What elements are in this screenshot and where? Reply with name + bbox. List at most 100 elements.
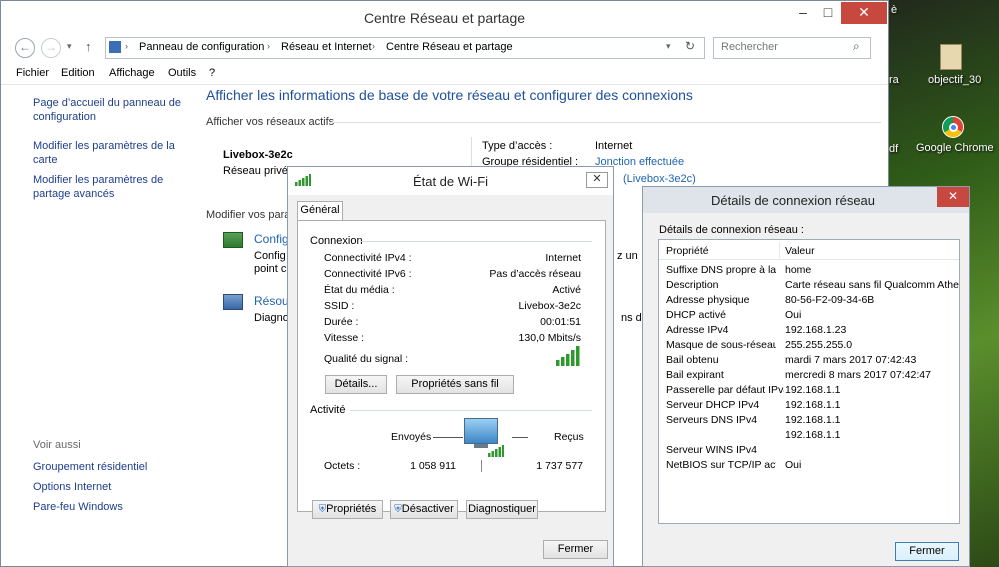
- list-item[interactable]: Serveur DHCP IPv4 192.168.1.1: [659, 399, 959, 414]
- search-icon[interactable]: ⌕: [853, 39, 860, 54]
- details-list[interactable]: Propriété Valeur Suffixe DNS propre à la…: [658, 239, 960, 524]
- list-item[interactable]: Bail expirant mercredi 8 mars 2017 07:42:…: [659, 369, 959, 384]
- list-item[interactable]: Adresse physique 80-56-F2-09-34-6B: [659, 294, 959, 309]
- breadcrumb-network-internet[interactable]: Réseau et Internet: [281, 41, 372, 53]
- connection-link-fragment[interactable]: (Livebox-3e2c): [623, 173, 696, 185]
- list-item[interactable]: Serveurs DNS IPv4 192.168.1.1: [659, 414, 959, 429]
- activity-group-label: Activité: [310, 404, 346, 416]
- received-line: [512, 437, 528, 438]
- list-item[interactable]: Passerelle par défaut IPv4 192.168.1.1: [659, 384, 959, 399]
- sidebar-link-adapter-settings[interactable]: Modifier les paramètres de la carte: [33, 139, 178, 167]
- list-item[interactable]: Suffixe DNS propre à la ... home: [659, 264, 959, 279]
- menu-fichier[interactable]: Fichier: [16, 67, 49, 79]
- sidebar-link-internet-options[interactable]: Options Internet: [33, 480, 111, 494]
- ipv6-label: Connectivité IPv6 :: [324, 268, 412, 280]
- setup-connection-fragment: z un: [617, 250, 638, 262]
- breadcrumb-control-panel[interactable]: Panneau de configuration: [139, 41, 264, 53]
- access-type-label: Type d’accès :: [482, 140, 553, 152]
- activity-signal-icon: [488, 445, 504, 460]
- bytes-label: Octets :: [324, 460, 361, 472]
- up-arrow-icon[interactable]: ↑: [85, 39, 92, 54]
- speed-value: 130,0 Mbits/s: [518, 332, 581, 344]
- connection-group-label: Connexion: [310, 235, 363, 247]
- desktop-icon-chrome[interactable]: Google Chrome: [916, 142, 994, 154]
- ipv4-value: Internet: [545, 252, 581, 264]
- list-item[interactable]: Bail obtenu mardi 7 mars 2017 07:42:43: [659, 354, 959, 369]
- maximize-button[interactable]: □: [813, 2, 843, 24]
- desktop-fragment-ra: ra: [889, 74, 899, 86]
- breadcrumb-network-center[interactable]: Centre Réseau et partage: [386, 41, 513, 53]
- column-header-value[interactable]: Valeur: [785, 245, 815, 257]
- list-item[interactable]: Adresse IPv4 192.168.1.23: [659, 324, 959, 339]
- close-button[interactable]: ✕: [841, 2, 887, 24]
- activity-group-line: [350, 410, 592, 411]
- tab-general[interactable]: Général: [297, 201, 343, 220]
- recent-pages-chevron-icon[interactable]: ▾: [67, 41, 72, 52]
- list-item[interactable]: Serveur WINS IPv4: [659, 444, 959, 459]
- search-placeholder: Rechercher: [721, 41, 778, 53]
- duration-label: Durée :: [324, 316, 359, 328]
- chrome-icon[interactable]: [942, 116, 964, 138]
- network-computer-icon: [464, 418, 498, 444]
- refresh-icon[interactable]: ↻: [685, 39, 695, 53]
- wifi-dialog-title: État de Wi-Fi: [412, 174, 489, 189]
- active-networks-label: Afficher vos réseaux actifs: [206, 116, 335, 128]
- details-dialog-close-icon[interactable]: ✕: [937, 187, 969, 207]
- wifi-status-dialog: État de Wi-Fi ✕ Général Connexion Connec…: [287, 166, 614, 567]
- address-dropdown-chevron-icon[interactable]: ▾: [666, 41, 671, 52]
- bytes-sent-value: 1 058 911: [410, 460, 456, 472]
- back-button[interactable]: ←: [15, 38, 35, 58]
- menu-divider: [1, 84, 888, 85]
- menu-edition[interactable]: Edition: [61, 67, 95, 79]
- sidebar-link-sharing-settings[interactable]: Modifier les paramètres de partage avanc…: [33, 173, 173, 201]
- sidebar-link-home[interactable]: Page d’accueil du panneau de configurati…: [33, 96, 183, 124]
- speed-label: Vitesse :: [324, 332, 365, 344]
- column-header-property[interactable]: Propriété: [666, 245, 709, 257]
- signal-quality-label: Qualité du signal :: [324, 353, 409, 365]
- list-item[interactable]: 192.168.1.1: [659, 429, 959, 444]
- ipv4-label: Connectivité IPv4 :: [324, 252, 412, 264]
- troubleshoot-link[interactable]: Résou: [254, 294, 289, 308]
- list-item[interactable]: Masque de sous-réseau ...255.255.255.0: [659, 339, 959, 354]
- setup-connection-desc1: Config: [254, 250, 286, 262]
- bytes-received-value: 1 737 577: [536, 460, 583, 472]
- menu-help[interactable]: ?: [209, 67, 215, 79]
- properties-button[interactable]: ⛨Propriétés: [312, 500, 383, 519]
- sidebar-link-firewall[interactable]: Pare-feu Windows: [33, 500, 123, 514]
- window-title: Centre Réseau et partage: [363, 10, 526, 26]
- diagnose-button[interactable]: Diagnostiquer: [466, 500, 538, 519]
- forward-button[interactable]: →: [41, 38, 61, 58]
- desktop-fragment-top: è: [891, 4, 898, 16]
- section-divider: [331, 122, 881, 123]
- troubleshoot-desc: Diagno: [254, 312, 289, 324]
- shield-icon: ⛨: [394, 504, 402, 515]
- disable-button-label: Désactiver: [401, 503, 454, 515]
- see-also-title: Voir aussi: [33, 439, 81, 451]
- troubleshoot-icon: [223, 294, 243, 310]
- desktop-icon-objectif[interactable]: objectif_30: [928, 74, 981, 86]
- setup-connection-icon: [223, 232, 243, 248]
- breadcrumb-chevron-icon: ›: [372, 41, 375, 51]
- page-heading: Afficher les informations de base de vot…: [206, 87, 693, 103]
- list-item[interactable]: Description Carte réseau sans fil Qualcom…: [659, 279, 959, 294]
- network-type: Réseau privé: [223, 165, 288, 177]
- details-button[interactable]: Détails...: [325, 375, 387, 394]
- list-item[interactable]: DHCP activé Oui: [659, 309, 959, 324]
- breadcrumb-chevron-icon: ›: [125, 41, 128, 51]
- signal-strength-icon: [556, 346, 582, 369]
- file-icon[interactable]: [940, 44, 962, 70]
- setup-connection-link[interactable]: Config: [254, 232, 289, 246]
- disable-button[interactable]: ⛨Désactiver: [390, 500, 458, 519]
- network-name: Livebox-3e2c: [223, 149, 293, 161]
- column-divider: [779, 242, 780, 258]
- menu-outils[interactable]: Outils: [168, 67, 196, 79]
- list-item[interactable]: NetBIOS sur TCP/IP act... Oui: [659, 459, 959, 474]
- wifi-close-button[interactable]: Fermer: [543, 540, 608, 559]
- media-state-label: État du média :: [324, 284, 395, 296]
- wifi-dialog-close-icon[interactable]: ✕: [586, 172, 608, 188]
- wireless-properties-button[interactable]: Propriétés sans fil: [396, 375, 514, 394]
- sidebar-link-homegroup[interactable]: Groupement résidentiel: [33, 460, 147, 474]
- control-panel-icon: [109, 41, 121, 53]
- details-close-button[interactable]: Fermer: [895, 542, 959, 561]
- menu-affichage[interactable]: Affichage: [109, 67, 155, 79]
